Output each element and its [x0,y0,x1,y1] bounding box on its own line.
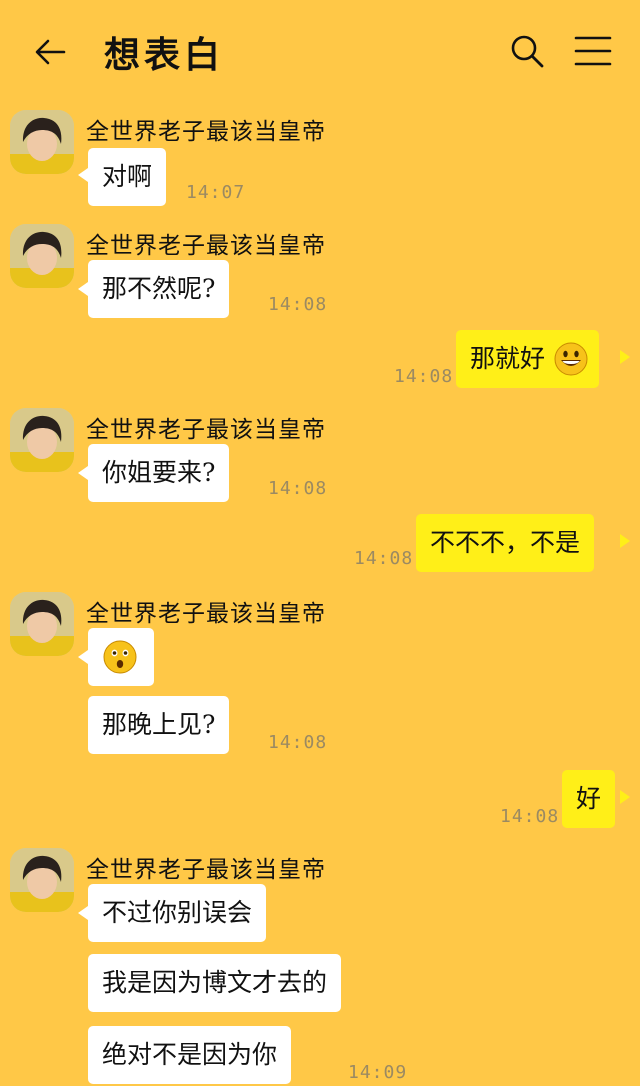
message-time: 14:08 [268,732,328,753]
arrow-left-icon [35,39,66,65]
bubble-tail [78,650,88,664]
search-icon [511,35,544,68]
astonished-face-emoji [103,640,137,673]
message-bubble[interactable]: 绝对不是因为你 [88,1026,292,1084]
sender-name: 全世界老子最该当皇帝 [86,857,326,883]
hamburger-menu-icon [574,36,612,66]
profile-photo [10,110,74,174]
contact-avatar[interactable] [10,592,74,656]
bubble-tail [78,466,88,480]
chat-title: 想表白 [104,34,225,76]
bubble-tail [78,282,88,296]
menu-button[interactable] [574,34,612,68]
message-time: 14:07 [186,182,246,203]
sender-name: 全世界老子最该当皇帝 [86,417,326,443]
message-text: 那就好 [470,344,546,373]
message-time: 14:09 [348,1062,408,1083]
message-time: 14:08 [268,294,328,315]
bubble-tail [620,534,630,548]
sender-name: 全世界老子最该当皇帝 [86,601,326,627]
message-time: 14:08 [394,366,454,387]
bubble-tail [78,906,88,920]
top-bar: 想表白 [0,0,640,100]
message-bubble[interactable]: 那不然呢? [88,260,230,318]
message-bubble[interactable]: 我是因为博文才去的 [88,954,342,1012]
contact-avatar[interactable] [10,848,74,912]
bubble-tail [620,790,630,804]
message-time: 14:08 [268,478,328,499]
message-bubble[interactable]: 那就好 [456,330,599,388]
sender-name: 全世界老子最该当皇帝 [86,233,326,259]
grinning-face-emoji [554,342,588,375]
message-bubble[interactable] [88,628,154,686]
search-button[interactable] [508,32,546,70]
message-bubble[interactable]: 对啊 [88,148,167,206]
profile-photo [10,408,74,472]
profile-photo [10,592,74,656]
sender-name: 全世界老子最该当皇帝 [86,119,326,145]
bubble-tail [620,350,630,364]
contact-avatar[interactable] [10,110,74,174]
message-bubble[interactable]: 好 [562,770,616,828]
message-bubble[interactable]: 不不不，不是 [416,514,595,572]
message-bubble[interactable]: 你姐要来? [88,444,230,502]
message-time: 14:08 [500,806,560,827]
message-bubble[interactable]: 不过你别误会 [88,884,267,942]
contact-avatar[interactable] [10,408,74,472]
contact-avatar[interactable] [10,224,74,288]
back-button[interactable] [30,32,70,72]
message-time: 14:08 [354,548,414,569]
profile-photo [10,848,74,912]
message-bubble[interactable]: 那晚上见? [88,696,230,754]
profile-photo [10,224,74,288]
bubble-tail [78,168,88,182]
